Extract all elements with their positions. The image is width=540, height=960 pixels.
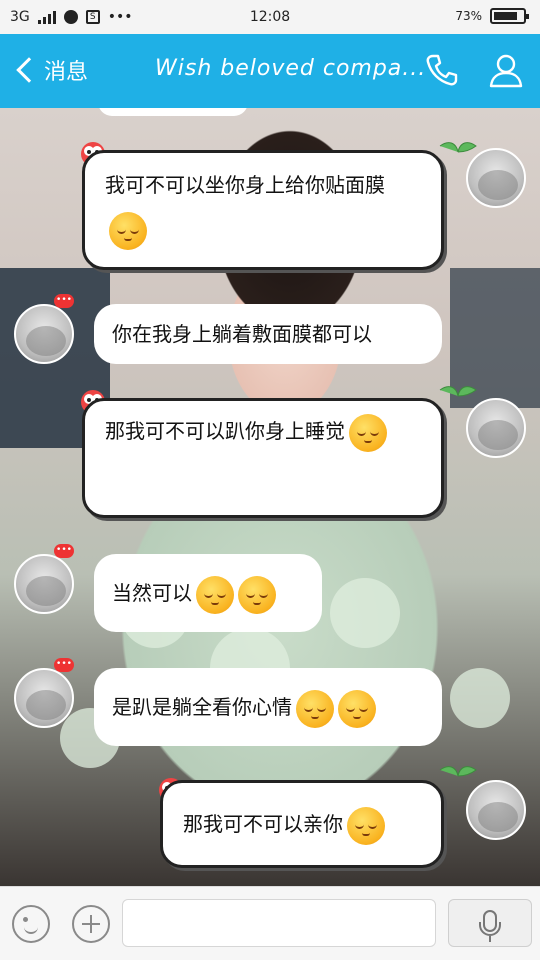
back-label: 消息 bbox=[44, 60, 89, 85]
avatar-contact[interactable] bbox=[14, 304, 74, 364]
message-text: 我可不可以坐你身上给你贴面膜 bbox=[105, 173, 385, 197]
phone-icon[interactable] bbox=[424, 52, 460, 88]
message-bubble-incoming[interactable]: 是趴是躺全看你心情 bbox=[94, 668, 442, 746]
message-text: 你在我身上躺着敷面膜都可以 bbox=[112, 322, 372, 346]
avatar-contact[interactable] bbox=[14, 554, 74, 614]
voice-button[interactable] bbox=[448, 899, 532, 947]
chevron-left-icon bbox=[16, 57, 42, 83]
message-bubble-outgoing[interactable]: 那我可不可以趴你身上睡觉 bbox=[82, 398, 444, 518]
chat-area[interactable]: 我可不可以坐你身上给你贴面膜 ••• 你在我身上躺着敷面膜都可以 那我可不可以趴… bbox=[0, 108, 540, 886]
chat-header: 消息 Wish beloved compa... bbox=[0, 34, 540, 108]
chat-title: Wish beloved compa... bbox=[155, 56, 427, 81]
back-button[interactable]: 消息 bbox=[14, 54, 88, 86]
sleepy-face-icon bbox=[109, 211, 147, 250]
message-bubble-outgoing[interactable]: 我可不可以坐你身上给你贴面膜 bbox=[82, 150, 444, 270]
avatar-contact[interactable] bbox=[14, 668, 74, 728]
message-text: 当然可以 bbox=[112, 581, 192, 605]
sprout-icon bbox=[439, 386, 477, 397]
message-text: 那我可不可以亲你 bbox=[183, 812, 343, 836]
emoji-face-icon[interactable] bbox=[12, 905, 50, 943]
avatar-self[interactable] bbox=[466, 398, 526, 458]
input-bar bbox=[0, 886, 540, 960]
avatar-self[interactable] bbox=[466, 780, 526, 840]
message-text: 那我可不可以趴你身上睡觉 bbox=[105, 419, 345, 443]
sleepy-face-icon bbox=[238, 575, 276, 614]
message-bubble-outgoing[interactable]: 那我可不可以亲你 bbox=[160, 780, 444, 868]
sleepy-face-icon bbox=[347, 806, 385, 845]
battery-percent: 73% bbox=[455, 9, 482, 23]
sleepy-face-icon bbox=[349, 413, 387, 452]
message-bubble-incoming[interactable]: 当然可以 bbox=[94, 554, 322, 632]
plus-icon[interactable] bbox=[72, 905, 110, 943]
badge-icon: ••• bbox=[54, 544, 74, 558]
sleepy-face-icon bbox=[196, 575, 234, 614]
battery-icon bbox=[490, 8, 529, 24]
message-input[interactable] bbox=[122, 899, 436, 947]
badge-icon: ••• bbox=[54, 294, 74, 308]
user-icon[interactable] bbox=[488, 52, 524, 88]
message-text: 是趴是躺全看你心情 bbox=[112, 695, 292, 719]
sleepy-face-icon bbox=[296, 689, 334, 728]
sprout-icon bbox=[439, 766, 477, 777]
message-bubble-partial[interactable] bbox=[98, 108, 248, 116]
message-bubble-incoming[interactable]: 你在我身上躺着敷面膜都可以 bbox=[94, 304, 442, 364]
status-bar: 3G S ••• 12:08 73% bbox=[0, 0, 540, 34]
sleepy-face-icon bbox=[338, 689, 376, 728]
avatar-self[interactable] bbox=[466, 148, 526, 208]
badge-icon: ••• bbox=[54, 658, 74, 672]
